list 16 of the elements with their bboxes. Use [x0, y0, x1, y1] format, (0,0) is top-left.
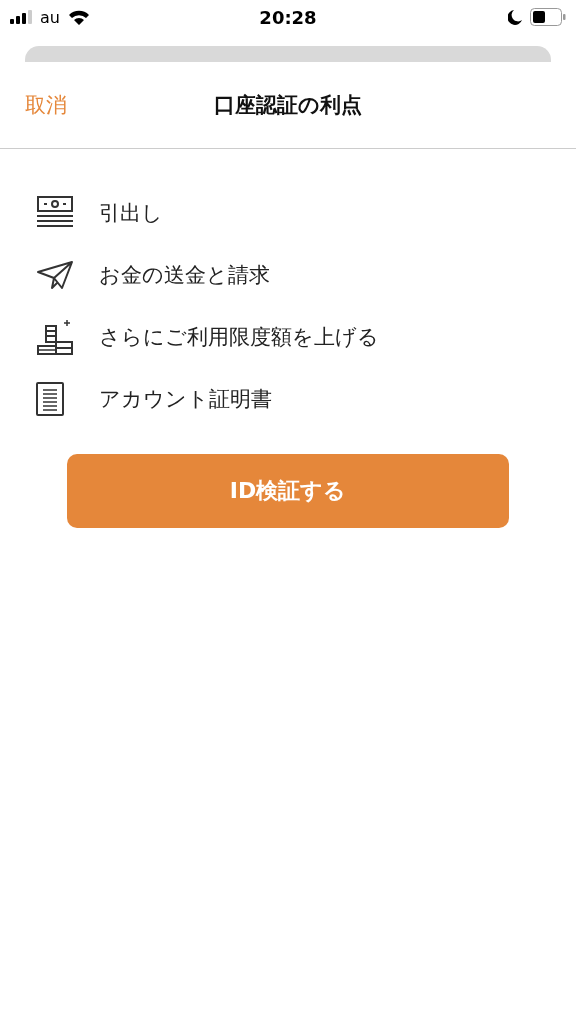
document-icon	[36, 382, 64, 416]
benefit-label: 引出し	[99, 200, 163, 227]
battery-icon	[530, 8, 566, 26]
verify-id-button[interactable]: ID検証する	[67, 454, 509, 528]
coin-stack-icon	[36, 318, 74, 356]
moon-icon	[508, 9, 522, 25]
wifi-icon	[67, 9, 90, 25]
benefit-label: お金の送金と請求	[99, 262, 270, 289]
signal-icon	[10, 10, 32, 24]
status-time: 20:28	[259, 6, 317, 28]
paper-plane-icon	[36, 260, 74, 290]
cancel-button[interactable]: 取消	[25, 91, 67, 119]
benefit-label: アカウント証明書	[99, 386, 272, 413]
benefit-label: さらにご利用限度額を上げる	[99, 324, 379, 351]
sheet-title: 口座認証の利点	[214, 92, 362, 119]
carrier-name: au	[40, 7, 60, 27]
